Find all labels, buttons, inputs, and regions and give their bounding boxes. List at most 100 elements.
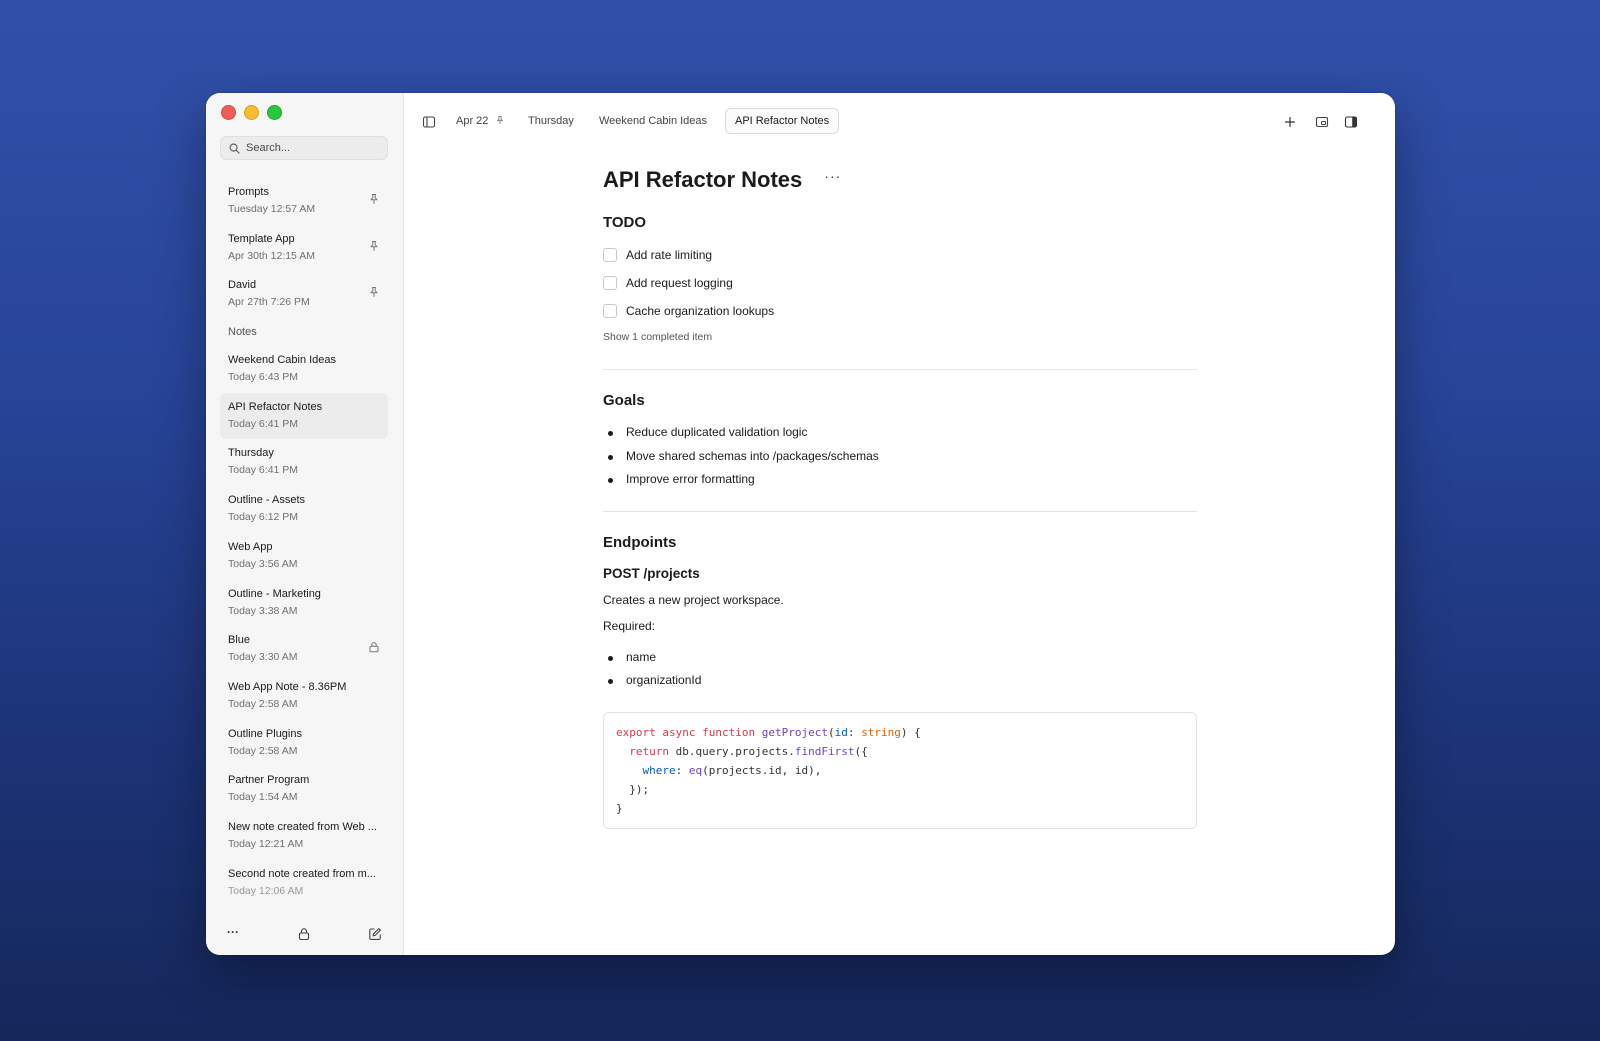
note-date: Today 6:41 PM	[228, 417, 299, 430]
sidebar: Prompts Tuesday 12:57 AM Template App Ap…	[206, 93, 404, 955]
note-title: Blue	[228, 634, 251, 647]
note-date: Today 1:54 AM	[228, 791, 298, 804]
todo-label: Add request logging	[626, 276, 733, 290]
show-completed-link[interactable]: Show 1 completed item	[603, 331, 1197, 343]
pin-icon[interactable]	[368, 193, 380, 205]
endpoints-heading: Endpoints	[603, 533, 677, 551]
lock-icon	[369, 642, 379, 653]
list-item[interactable]: Blue Today 3:30 AM	[220, 626, 388, 673]
goals-list: Reduce duplicated validation logic Move …	[603, 421, 1197, 492]
tab-bar: Apr 22 Thursday Weekend Cabin Ideas API …	[403, 93, 1395, 149]
page-title-text[interactable]: API Refactor Notes	[603, 167, 802, 193]
window-controls	[221, 105, 282, 120]
note-date: Today 12:06 AM	[228, 884, 304, 897]
note-date: Today 3:56 AM	[228, 557, 298, 570]
tab-weekend-cabin-ideas[interactable]: Weekend Cabin Ideas	[590, 108, 716, 134]
more-options-button[interactable]: ···	[824, 168, 841, 184]
editor-pane: Apr 22 Thursday Weekend Cabin Ideas API …	[403, 93, 1395, 955]
note-date: Apr 30th 12:15 AM	[228, 249, 315, 262]
notes-section-label: Notes	[228, 326, 257, 339]
tab-api-refactor-notes[interactable]: API Refactor Notes	[725, 108, 840, 134]
goals-heading: Goals	[603, 392, 645, 409]
minimize-window-button[interactable]	[244, 105, 259, 120]
list-item[interactable]: Partner Program Today 1:54 AM	[220, 766, 388, 813]
todo-item: Add request logging	[603, 269, 1197, 297]
window-cards-icon[interactable]	[1315, 115, 1329, 129]
note-title: Second note created from m...	[228, 867, 376, 880]
endpoint-description: Creates a new project workspace.	[603, 592, 784, 607]
tab-label: Apr 22	[456, 115, 489, 127]
todo-checkbox[interactable]	[603, 248, 617, 262]
note-title: API Refactor Notes	[228, 400, 323, 413]
note-date: Apr 27th 7:26 PM	[228, 296, 310, 309]
note-title: David	[228, 279, 257, 292]
todo-checkbox[interactable]	[603, 304, 617, 318]
list-item-active[interactable]: API Refactor Notes Today 6:41 PM	[220, 392, 388, 440]
close-window-button[interactable]	[221, 105, 236, 120]
list-item[interactable]: Web App Today 3:56 AM	[220, 533, 388, 580]
zoom-window-button[interactable]	[267, 105, 282, 120]
list-item: Reduce duplicated validation logic	[603, 421, 1197, 445]
todo-list: Add rate limiting Add request logging Ca…	[603, 241, 1197, 325]
plus-icon[interactable]	[1283, 115, 1297, 129]
note-title: Weekend Cabin Ideas	[228, 354, 337, 367]
todo-checkbox[interactable]	[603, 276, 617, 290]
list-item[interactable]: New note created from Web ... Today 12:2…	[220, 813, 388, 860]
sidebar-footer: ···	[206, 915, 403, 955]
pin-icon[interactable]	[368, 286, 380, 298]
list-item: name	[603, 646, 1197, 670]
note-list: Prompts Tuesday 12:57 AM Template App Ap…	[220, 178, 388, 906]
note-title: Prompts	[228, 186, 269, 198]
note-date: Today 2:58 AM	[228, 744, 298, 757]
app-window: Prompts Tuesday 12:57 AM Template App Ap…	[206, 93, 1395, 955]
todo-heading: TODO	[603, 214, 647, 231]
list-item[interactable]: Second note created from m... Today 12:0…	[220, 860, 388, 907]
todo-item: Add rate limiting	[603, 241, 1197, 269]
page-title: API Refactor Notes ···	[603, 165, 1197, 195]
required-label: Required:	[603, 618, 656, 633]
code-block[interactable]: export async function getProject(id: str…	[603, 711, 1197, 829]
toggle-sidebar-icon[interactable]	[422, 115, 436, 129]
tab-apr-22[interactable]: Apr 22	[447, 108, 514, 134]
note-title: Outline - Assets	[228, 494, 306, 507]
list-item[interactable]: David Apr 27th 7:26 PM	[220, 271, 388, 318]
toggle-right-panel-icon[interactable]	[1344, 115, 1358, 129]
list-item: Move shared schemas into /packages/schem…	[603, 445, 1197, 469]
tab-thursday[interactable]: Thursday	[519, 108, 583, 134]
list-item[interactable]: Outline Plugins Today 2:58 AM	[220, 720, 388, 767]
list-item[interactable]: Prompts Tuesday 12:57 AM	[220, 178, 388, 225]
list-item[interactable]: Thursday Today 6:41 PM	[220, 439, 388, 486]
new-note-icon[interactable]	[368, 927, 382, 941]
note-date: Today 2:58 AM	[228, 697, 298, 710]
note-title: Web App	[228, 540, 273, 553]
list-item[interactable]: Outline - Assets Today 6:12 PM	[220, 486, 388, 533]
note-title: New note created from Web ...	[228, 820, 377, 833]
divider	[603, 369, 1197, 370]
list-item[interactable]: Outline - Marketing Today 3:38 AM	[220, 580, 388, 627]
more-options-button[interactable]: ···	[227, 925, 239, 939]
lock-icon[interactable]	[297, 927, 311, 941]
todo-label: Add rate limiting	[626, 248, 713, 262]
list-item[interactable]: Web App Note - 8.36PM Today 2:58 AM	[220, 673, 388, 720]
note-date: Today 3:30 AM	[228, 651, 298, 664]
search-input[interactable]	[246, 142, 376, 154]
note-title: Thursday	[228, 447, 274, 460]
note-date: Today 6:12 PM	[228, 511, 299, 524]
note-date: Today 6:41 PM	[228, 464, 299, 477]
pin-icon	[497, 115, 504, 124]
note-date: Today 12:21 AM	[228, 837, 304, 850]
search-icon	[229, 143, 240, 154]
todo-label: Cache organization lookups	[626, 304, 775, 318]
note-date: Today 6:43 PM	[228, 371, 299, 384]
todo-item: Cache organization lookups	[603, 297, 1197, 325]
pin-icon[interactable]	[368, 240, 380, 252]
list-item: organizationId	[603, 669, 1197, 693]
note-date: Today 3:38 AM	[228, 604, 298, 617]
note-title: Outline Plugins	[228, 727, 302, 740]
divider	[603, 510, 1197, 512]
endpoint-subheading: POST /projects	[603, 565, 700, 581]
required-list: name organizationId	[603, 646, 1197, 693]
list-item[interactable]: Template App Apr 30th 12:15 AM	[220, 225, 388, 272]
note-document: API Refactor Notes ··· TODO Add rate lim…	[603, 165, 1197, 829]
list-item[interactable]: Weekend Cabin Ideas Today 6:43 PM	[220, 346, 388, 393]
